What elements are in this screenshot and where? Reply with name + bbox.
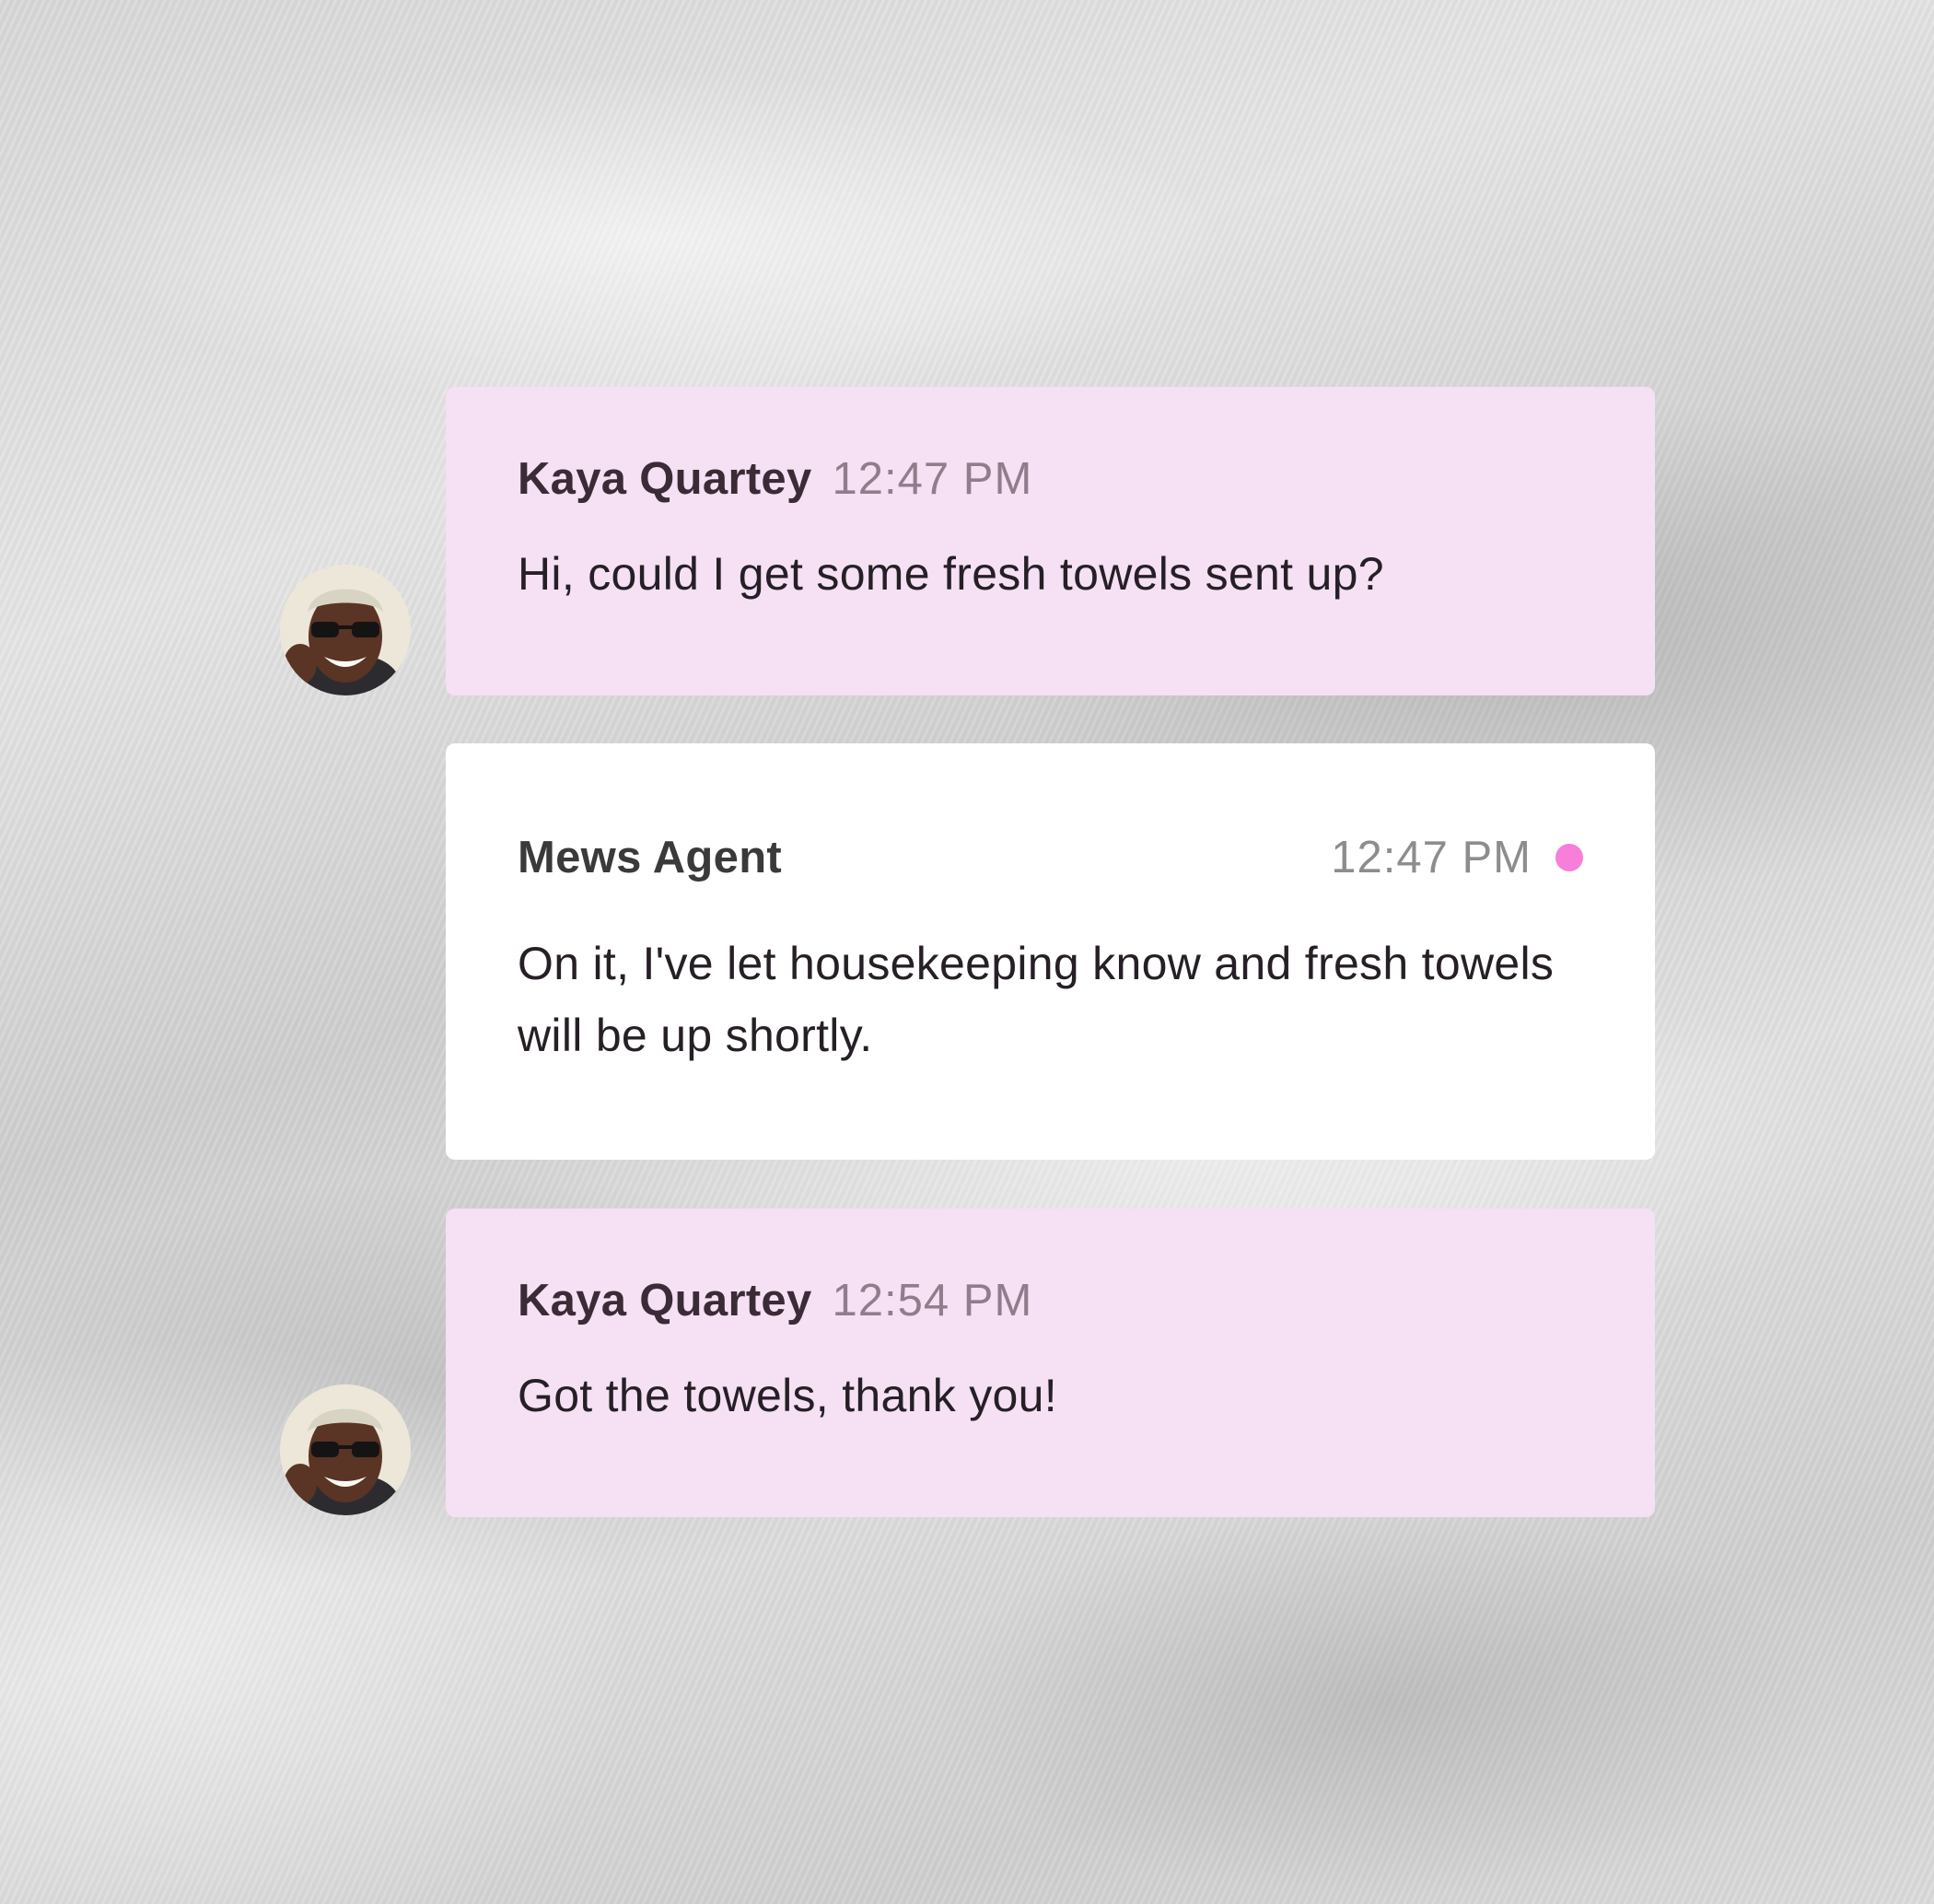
guest-avatar — [280, 565, 411, 695]
sender-name: Mews Agent — [518, 833, 783, 882]
message-header: Kaya Quartey 12:47 PM — [518, 453, 1583, 505]
message-text: Hi, could I get some fresh towels sent u… — [518, 548, 1384, 600]
message-text: Got the towels, thank you! — [518, 1370, 1057, 1421]
message-time: 12:54 PM — [832, 1276, 1033, 1326]
message-text: On it, I've let housekeeping know and fr… — [518, 938, 1555, 1061]
guest-message-card: Kaya Quartey 12:47 PM Hi, could I get so… — [446, 387, 1655, 695]
guest-avatar — [280, 1384, 411, 1515]
message-time: 12:47 PM — [1331, 833, 1532, 882]
sender-name: Kaya Quartey — [518, 454, 812, 504]
message-time: 12:47 PM — [832, 454, 1033, 504]
unread-dot-icon — [1555, 844, 1583, 871]
message-header: Kaya Quartey 12:54 PM — [518, 1275, 1583, 1326]
sender-name: Kaya Quartey — [518, 1276, 812, 1326]
agent-message-card: Mews Agent 12:47 PM On it, I've let hous… — [446, 743, 1655, 1160]
message-header: Mews Agent 12:47 PM — [518, 832, 1583, 883]
guest-message-card: Kaya Quartey 12:54 PM Got the towels, th… — [446, 1209, 1655, 1517]
